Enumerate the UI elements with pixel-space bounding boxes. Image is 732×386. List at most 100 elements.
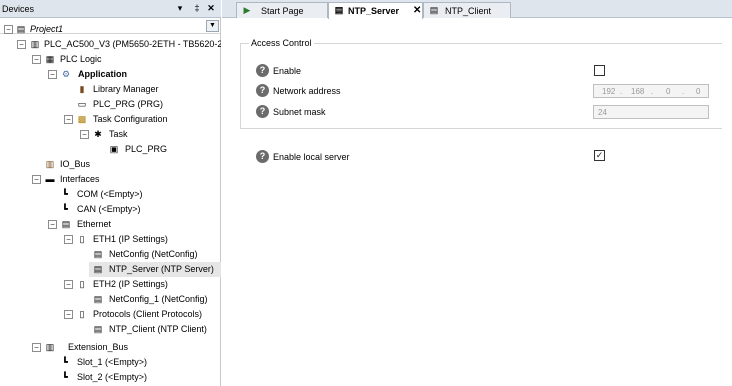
collapse-icon[interactable]: − [64,280,73,289]
help-icon[interactable]: ? [256,84,269,97]
collapse-icon[interactable]: − [48,220,57,229]
collapse-icon[interactable]: − [64,115,73,124]
interfaces-icon: ▬ [45,174,55,184]
enable-local-server-label: Enable local server [273,152,350,162]
tree-item-label: PLC_PRG (PRG) [93,99,164,109]
tree-item-label: Project1 [30,24,64,34]
tree-item-plc-logic[interactable]: − ▦ PLC Logic [0,52,221,67]
netconfig-icon: ▤ [93,294,103,304]
devices-pane: Devices ▾ ‡ ✕ ▼ − ▤ Project1 − ▥ PLC_AC5… [0,0,221,386]
ip-octet: 192 [602,87,616,96]
tree-item-label: Interfaces [60,174,100,184]
library-icon: ▮ [79,84,85,94]
eth-icon: ▯ [79,279,85,289]
ntp-server-editor: Access Control ? Enable ? Network addres… [222,19,732,386]
tree-item-label: Extension_Bus [68,342,129,352]
plc-logic-icon: ▦ [45,54,55,64]
tree-item-project1[interactable]: − ▤ Project1 [0,22,221,37]
tree-item-ntp-server[interactable]: ▤ NTP_Server (NTP Server) [89,262,221,277]
collapse-icon[interactable]: − [48,70,57,79]
tree-item-plc[interactable]: − ▥ PLC_AC500_V3 (PM5650-2ETH - TB5620-2… [0,37,221,52]
ethernet-icon: ▤ [61,219,71,229]
tree-item-label: Application [78,69,127,79]
protocols-icon: ▯ [79,309,85,319]
help-icon[interactable]: ? [256,64,269,77]
tree-item-ethernet[interactable]: − ▤ Ethernet [0,217,221,232]
tree-item-label: PLC Logic [60,54,102,64]
tree-item-netconfig[interactable]: ▤ NetConfig (NetConfig) [0,247,221,262]
collapse-icon[interactable]: − [32,55,41,64]
slot-icon: ┗ [62,372,68,382]
plc-icon: ▥ [30,39,40,49]
gear-icon: ⚙ [61,69,71,79]
task-icon: ✱ [94,129,102,139]
tree-item-label: Task Configuration [93,114,168,124]
tree-item-label: NetConfig (NetConfig) [109,249,198,259]
start-page-icon: ▶ [243,5,251,15]
tree-item-io-bus[interactable]: ▥ IO_Bus [0,157,221,172]
tree-item-extension-bus[interactable]: − ▥ Extension_Bus [0,340,221,355]
ip-octet: 168 [631,87,645,96]
tree-item-com[interactable]: ┗ COM (<Empty>) [0,187,221,202]
group-title: Access Control [249,38,314,48]
tree-item-plc-prg-call[interactable]: ▣ PLC_PRG [0,142,221,157]
tree-item-label: NTP_Server (NTP Server) [109,264,214,274]
collapse-icon[interactable]: − [32,175,41,184]
tree-item-ntp-client[interactable]: ▤ NTP_Client (NTP Client) [0,322,221,337]
tree-item-label: Task [109,129,128,139]
devices-pane-header: Devices ▾ ‡ ✕ [0,0,221,18]
collapse-icon[interactable]: − [64,235,73,244]
tab-start-page[interactable]: ▶ Start Page [236,2,328,18]
help-icon[interactable]: ? [256,150,269,163]
slot-icon: ┗ [62,204,68,214]
tree-item-protocols[interactable]: − ▯ Protocols (Client Protocols) [0,307,221,322]
tree-item-task[interactable]: − ✱ Task [0,127,221,142]
pane-pin-icon[interactable]: ‡ [191,2,203,15]
collapse-icon[interactable]: − [17,40,26,49]
slot-icon: ┗ [62,189,68,199]
tab-close-icon[interactable]: ✕ [413,5,421,16]
tree-item-eth1[interactable]: − ▯ ETH1 (IP Settings) [0,232,221,247]
tree-item-application[interactable]: − ⚙ Application [0,67,221,82]
tree-item-label: Ethernet [77,219,112,229]
editor-tabstrip: ▶ Start Page ▤ NTP_Server ✕ ▤ NTP_Client [222,0,732,19]
tree-item-plc-prg[interactable]: ▭ PLC_PRG (PRG) [0,97,221,112]
tab-ntp-client[interactable]: ▤ NTP_Client [423,2,511,18]
pane-menu-dropdown-icon[interactable]: ▾ [174,2,186,15]
device-tree[interactable]: − ▤ Project1 − ▥ PLC_AC500_V3 (PM5650-2E… [0,22,221,386]
tree-item-library-manager[interactable]: ▮ Library Manager [0,82,221,97]
tree-item-label: CAN (<Empty>) [77,204,141,214]
devices-pane-title: Devices [2,4,35,14]
ntp-client-icon: ▤ [93,324,103,334]
enable-local-server-checkbox[interactable]: ✓ [594,150,605,161]
network-address-field[interactable]: 192 . 168 . 0 . 0 [593,84,709,98]
tab-label: NTP_Client [445,6,492,16]
tree-item-task-configuration[interactable]: − ▩ Task Configuration [0,112,221,127]
io-bus-icon: ▥ [45,159,55,169]
ntp-server-icon: ▤ [93,264,103,274]
tree-item-label: Protocols (Client Protocols) [93,309,203,319]
subnet-mask-label: Subnet mask [273,107,326,117]
tree-item-netconfig-1[interactable]: ▤ NetConfig_1 (NetConfig) [0,292,221,307]
help-icon[interactable]: ? [256,105,269,118]
ip-octet: 0 [696,87,701,96]
tree-item-slot-2[interactable]: ┗ Slot_2 (<Empty>) [0,370,221,385]
tree-item-can[interactable]: ┗ CAN (<Empty>) [0,202,221,217]
collapse-icon[interactable]: − [32,343,41,352]
collapse-icon[interactable]: − [64,310,73,319]
pane-close-icon[interactable]: ✕ [205,2,217,15]
tree-item-label: PLC_AC500_V3 (PM5650-2ETH - TB5620-2ET [44,39,221,49]
tree-item-eth2[interactable]: − ▯ ETH2 (IP Settings) [0,277,221,292]
enable-checkbox[interactable] [594,65,605,76]
tree-item-slot-1[interactable]: ┗ Slot_1 (<Empty>) [0,355,221,370]
tree-item-label: NTP_Client (NTP Client) [109,324,207,334]
extension-bus-icon: ▥ [45,342,55,352]
tree-item-interfaces[interactable]: − ▬ Interfaces [0,172,221,187]
enable-label: Enable [273,66,302,76]
collapse-icon[interactable]: − [80,130,89,139]
tab-ntp-server[interactable]: ▤ NTP_Server ✕ [328,2,423,19]
tab-label: NTP_Server [348,6,400,16]
collapse-icon[interactable]: − [4,25,13,34]
ip-dot: . [651,87,654,96]
subnet-mask-field[interactable]: 24 [593,105,709,119]
